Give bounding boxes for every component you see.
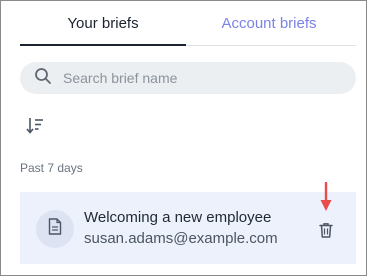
tab-your-briefs[interactable]: Your briefs <box>20 1 186 46</box>
brief-title: Welcoming a new employee <box>84 209 272 226</box>
section-label-past-7-days: Past 7 days <box>20 161 83 175</box>
sort-button[interactable] <box>25 115 47 137</box>
brief-owner-email: susan.adams@example.com <box>84 230 278 247</box>
briefs-panel: Your briefs Account briefs Past 7 days <box>0 0 367 276</box>
trash-icon <box>317 223 335 243</box>
tab-account-briefs-label: Account briefs <box>221 15 317 32</box>
tab-account-briefs[interactable]: Account briefs <box>186 1 356 46</box>
down-arrow-icon <box>320 181 332 212</box>
brief-avatar <box>36 210 74 248</box>
tab-your-briefs-label: Your briefs <box>67 15 139 32</box>
search-input[interactable] <box>63 63 333 93</box>
search-icon <box>34 67 52 90</box>
delete-brief-button[interactable] <box>317 221 335 239</box>
tab-bar: Your briefs Account briefs <box>20 1 356 46</box>
sort-descending-icon <box>25 118 47 141</box>
document-icon <box>48 218 62 240</box>
search-bar <box>20 62 356 94</box>
brief-list-item[interactable]: Welcoming a new employee susan.adams@exa… <box>20 192 356 264</box>
